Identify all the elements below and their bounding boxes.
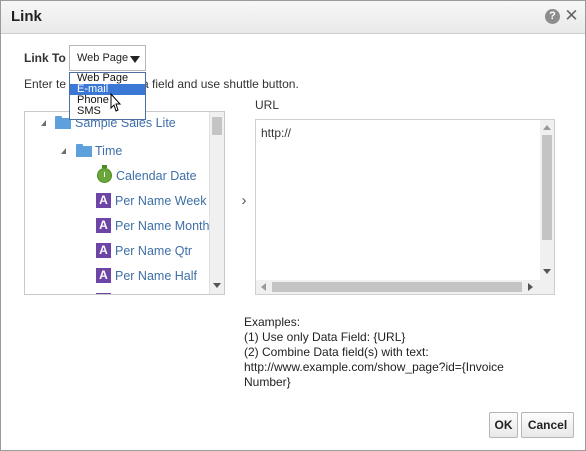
mouse-cursor-icon — [110, 93, 122, 112]
attribute-a-icon: A — [96, 243, 111, 258]
link-to-label: Link To — [24, 51, 66, 65]
scrollbar-thumb[interactable] — [542, 135, 552, 240]
scroll-right-arrow-icon[interactable] — [528, 283, 533, 291]
dialog-titlebar: Link ? ✕ — [1, 1, 585, 34]
scrollbar-thumb[interactable] — [272, 282, 522, 292]
tree-item-label: Per Name Half — [115, 269, 197, 283]
scroll-left-arrow-icon[interactable] — [261, 283, 266, 291]
shuttle-button[interactable]: › — [237, 192, 251, 210]
collapse-arrow-icon[interactable] — [61, 148, 66, 154]
tree-item-label: Time — [95, 144, 123, 158]
scroll-up-arrow-icon[interactable] — [543, 125, 551, 130]
data-fields-tree: Sample Sales Lite Time Calendar Date A P… — [24, 111, 225, 295]
url-label: URL — [255, 98, 280, 112]
url-horizontal-scrollbar[interactable] — [256, 280, 554, 294]
tree-item-label: Per Name Month — [115, 219, 210, 233]
tree-vertical-scrollbar[interactable] — [209, 112, 224, 294]
instruction-text-end: a field and use shuttle button. — [142, 77, 299, 91]
cancel-button[interactable]: Cancel — [521, 412, 574, 438]
tree-item-label: Per Name Week — [115, 194, 207, 208]
attribute-a-icon: A — [96, 293, 111, 294]
attribute-a-icon: A — [96, 218, 111, 233]
attribute-a-icon: A — [96, 193, 111, 208]
instruction-text-start: Enter te — [24, 77, 67, 91]
link-type-select[interactable]: Web Page — [69, 45, 146, 71]
collapse-arrow-icon[interactable] — [41, 120, 46, 126]
examples-heading: Examples: — [244, 315, 301, 329]
scrollbar-thumb[interactable] — [212, 117, 222, 135]
examples-line: (2) Combine Data field(s) with text: — [244, 345, 429, 359]
examples-line: Number} — [244, 375, 291, 389]
chevron-right-icon: › — [241, 192, 247, 209]
tree-item-label: Per Name Qtr — [115, 244, 193, 258]
close-icon[interactable]: ✕ — [564, 7, 579, 25]
scroll-down-arrow-icon[interactable] — [543, 269, 551, 274]
folder-icon — [76, 144, 92, 157]
dialog-title: Link — [11, 8, 42, 25]
chevron-down-icon — [130, 56, 140, 63]
timer-icon — [97, 165, 112, 183]
examples-line: http://www.example.com/show_page?id={Inv… — [244, 360, 504, 374]
attribute-a-icon: A — [96, 268, 111, 283]
help-icon[interactable]: ? — [545, 9, 560, 24]
examples-text: Examples: (1) Use only Data Field: {URL}… — [244, 315, 524, 390]
url-textarea[interactable]: http:// — [255, 119, 555, 295]
ok-button[interactable]: OK — [489, 412, 518, 438]
link-type-selected-value: Web Page — [77, 52, 129, 64]
url-value: http:// — [261, 126, 292, 140]
url-vertical-scrollbar[interactable] — [540, 120, 554, 280]
scroll-down-arrow-icon[interactable] — [213, 283, 221, 288]
examples-line: (1) Use only Data Field: {URL} — [244, 330, 406, 344]
instruction-text: Enter te a field and use shuttle button. — [24, 77, 299, 91]
tree-item-label: Calendar Date — [116, 169, 197, 183]
link-dialog: Link ? ✕ Link To Web Page Enter te a fiel… — [0, 0, 586, 451]
